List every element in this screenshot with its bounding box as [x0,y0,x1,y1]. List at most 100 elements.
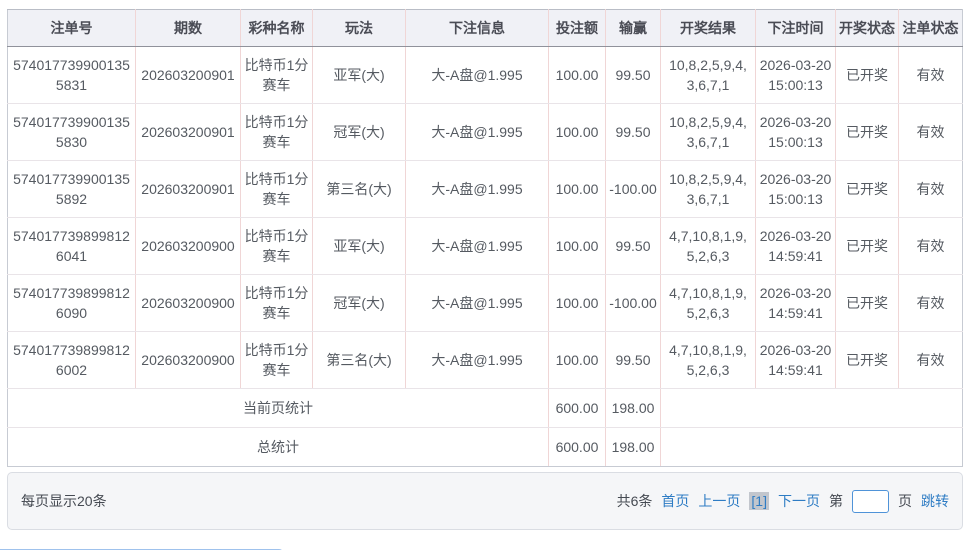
play-type-cell: 亚军(大) [313,47,406,104]
next-page-link[interactable]: 下一页 [778,491,820,511]
order-status-cell: 有效 [899,275,963,332]
column-header: 开奖结果 [661,10,756,47]
bet-amount-cell: 100.00 [549,104,606,161]
period-cell: 202603200900 [136,332,241,389]
column-header: 投注额 [549,10,606,47]
page-jump-prefix-label: 第 [829,491,843,511]
draw-status-cell: 已开奖 [836,47,899,104]
current-page-indicator[interactable]: [1] [749,492,769,510]
lottery-name-cell: 比特币1分赛车 [241,218,313,275]
table-row: 5740177399001355831202603200901比特币1分赛车亚军… [8,47,963,104]
column-header: 下注时间 [756,10,836,47]
current-page-summary-row: 当前页统计 600.00 198.00 [8,389,963,428]
per-page-label: 每页显示20条 [21,491,107,511]
pager: 共6条 首页 上一页 [1] 下一页 第 页 跳转 [617,490,949,513]
column-header: 注单号 [8,10,136,47]
order-id-cell: 5740177398998126002 [8,332,136,389]
win-loss-cell: 99.50 [606,332,661,389]
bet-info-cell: 大-A盘@1.995 [406,332,549,389]
total-count-label: 共6条 [617,491,653,511]
draw-result-cell: 4,7,10,8,1,9,5,2,6,3 [661,218,756,275]
period-cell: 202603200901 [136,161,241,218]
table-row: 5740177399001355830202603200901比特币1分赛车冠军… [8,104,963,161]
lottery-name-cell: 比特币1分赛车 [241,104,313,161]
period-cell: 202603200901 [136,104,241,161]
lottery-name-cell: 比特币1分赛车 [241,275,313,332]
win-loss-cell: -100.00 [606,161,661,218]
lottery-name-cell: 比特币1分赛车 [241,47,313,104]
play-type-cell: 冠军(大) [313,104,406,161]
order-status-cell: 有效 [899,104,963,161]
column-header: 彩种名称 [241,10,313,47]
draw-status-cell: 已开奖 [836,104,899,161]
bet-time-cell: 2026-03-20 14:59:41 [756,332,836,389]
draw-result-cell: 10,8,2,5,9,4,3,6,7,1 [661,161,756,218]
bet-time-cell: 2026-03-20 15:00:13 [756,161,836,218]
bet-amount-cell: 100.00 [549,161,606,218]
bet-time-cell: 2026-03-20 15:00:13 [756,104,836,161]
win-loss-cell: 99.50 [606,218,661,275]
bet-info-cell: 大-A盘@1.995 [406,47,549,104]
draw-status-cell: 已开奖 [836,161,899,218]
draw-result-cell: 4,7,10,8,1,9,5,2,6,3 [661,332,756,389]
bet-info-cell: 大-A盘@1.995 [406,275,549,332]
period-cell: 202603200901 [136,47,241,104]
bet-time-cell: 2026-03-20 14:59:41 [756,275,836,332]
column-header: 期数 [136,10,241,47]
bet-amount-cell: 100.00 [549,275,606,332]
summary-empty-cell [661,428,963,467]
summary-bet-total: 600.00 [549,428,606,467]
order-id-cell: 5740177398998126041 [8,218,136,275]
order-id-cell: 5740177399001355831 [8,47,136,104]
order-status-cell: 有效 [899,218,963,275]
draw-result-cell: 4,7,10,8,1,9,5,2,6,3 [661,275,756,332]
bet-info-cell: 大-A盘@1.995 [406,218,549,275]
column-header: 注单状态 [899,10,963,47]
summary-winloss-total: 198.00 [606,428,661,467]
order-id-cell: 5740177399001355830 [8,104,136,161]
column-header: 输赢 [606,10,661,47]
bet-info-cell: 大-A盘@1.995 [406,161,549,218]
column-header: 玩法 [313,10,406,47]
draw-status-cell: 已开奖 [836,275,899,332]
bet-records-page: 注单号期数彩种名称玩法下注信息投注额输赢开奖结果下注时间开奖状态注单状态 574… [0,9,976,550]
order-status-cell: 有效 [899,161,963,218]
bet-records-table: 注单号期数彩种名称玩法下注信息投注额输赢开奖结果下注时间开奖状态注单状态 574… [7,9,963,467]
jump-link[interactable]: 跳转 [921,491,949,511]
page-jump-suffix-label: 页 [898,491,912,511]
lottery-name-cell: 比特币1分赛车 [241,161,313,218]
bet-time-cell: 2026-03-20 15:00:13 [756,47,836,104]
order-id-cell: 5740177398998126090 [8,275,136,332]
summary-winloss-total: 198.00 [606,389,661,428]
first-page-link[interactable]: 首页 [661,491,689,511]
order-status-cell: 有效 [899,47,963,104]
win-loss-cell: -100.00 [606,275,661,332]
bet-info-cell: 大-A盘@1.995 [406,104,549,161]
summary-empty-cell [661,389,963,428]
order-id-cell: 5740177399001355892 [8,161,136,218]
period-cell: 202603200900 [136,218,241,275]
summary-label: 总统计 [8,428,549,467]
order-status-cell: 有效 [899,332,963,389]
table-header-row: 注单号期数彩种名称玩法下注信息投注额输赢开奖结果下注时间开奖状态注单状态 [8,10,963,47]
lottery-name-cell: 比特币1分赛车 [241,332,313,389]
grand-total-summary-row: 总统计 600.00 198.00 [8,428,963,467]
play-type-cell: 冠军(大) [313,275,406,332]
bet-time-cell: 2026-03-20 14:59:41 [756,218,836,275]
win-loss-cell: 99.50 [606,47,661,104]
prev-page-link[interactable]: 上一页 [698,491,740,511]
column-header: 开奖状态 [836,10,899,47]
win-loss-cell: 99.50 [606,104,661,161]
summary-bet-total: 600.00 [549,389,606,428]
bet-amount-cell: 100.00 [549,332,606,389]
play-type-cell: 第三名(大) [313,161,406,218]
draw-status-cell: 已开奖 [836,218,899,275]
draw-result-cell: 10,8,2,5,9,4,3,6,7,1 [661,104,756,161]
play-type-cell: 亚军(大) [313,218,406,275]
table-row: 5740177398998126002202603200900比特币1分赛车第三… [8,332,963,389]
pagination-bar: 每页显示20条 共6条 首页 上一页 [1] 下一页 第 页 跳转 [7,472,963,530]
draw-status-cell: 已开奖 [836,332,899,389]
page-jump-input[interactable] [852,490,889,513]
bet-amount-cell: 100.00 [549,47,606,104]
draw-result-cell: 10,8,2,5,9,4,3,6,7,1 [661,47,756,104]
